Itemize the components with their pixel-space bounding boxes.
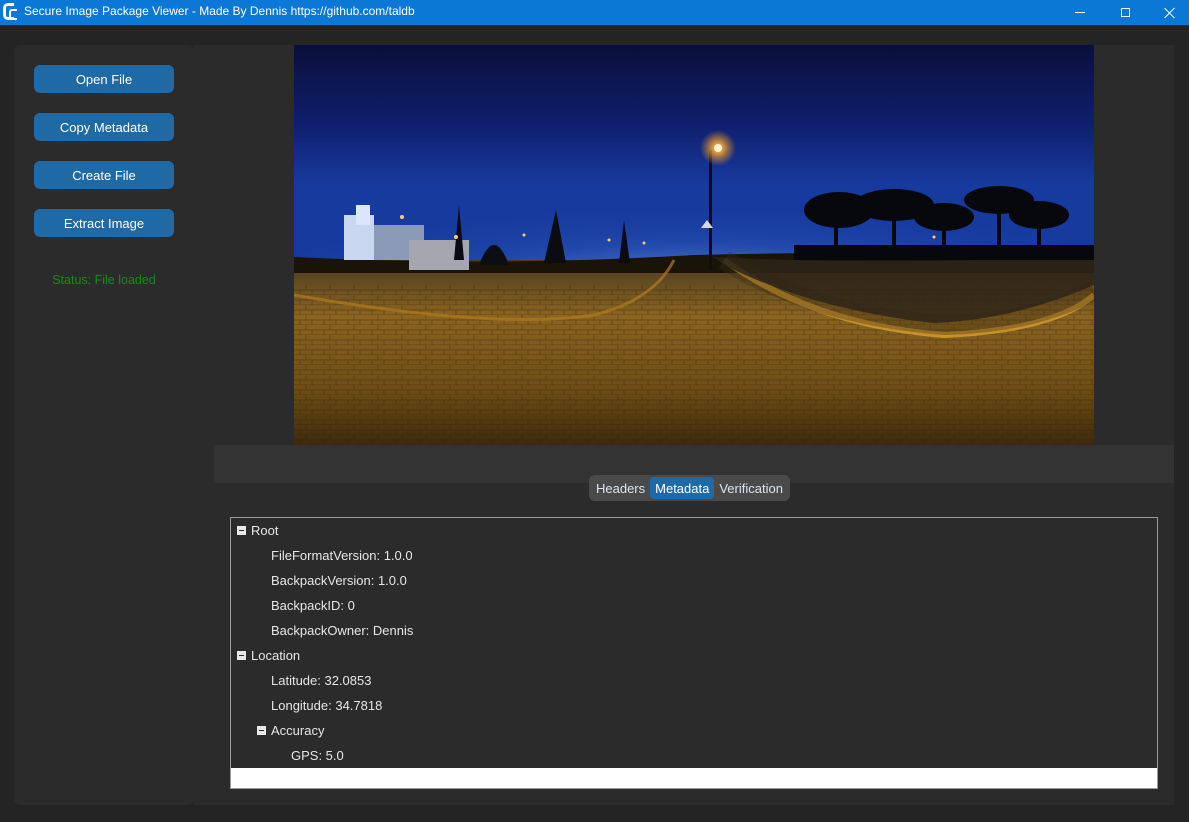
collapse-icon[interactable] bbox=[237, 651, 246, 660]
extract-image-button[interactable]: Extract Image bbox=[34, 209, 174, 237]
tree-leaf-label: BackpackID: 0 bbox=[271, 598, 355, 613]
tree-leaf-label: BackpackOwner: Dennis bbox=[271, 623, 414, 638]
maximize-icon bbox=[1120, 8, 1130, 17]
window-title: Secure Image Package Viewer - Made By De… bbox=[24, 4, 415, 18]
minimize-icon bbox=[1075, 12, 1085, 13]
metadata-tree[interactable]: Root FileFormatVersion: 1.0.0 BackpackVe… bbox=[230, 517, 1158, 789]
tree-leaf[interactable]: BackpackID: 0 bbox=[231, 593, 1157, 618]
tree-leaf-label: GPS: 5.0 bbox=[291, 748, 344, 763]
tree-leaf[interactable]: BackpackOwner: Dennis bbox=[231, 618, 1157, 643]
maximize-button[interactable] bbox=[1102, 0, 1148, 25]
open-file-button[interactable]: Open File bbox=[34, 65, 174, 93]
tree-node-label: Location bbox=[251, 648, 301, 663]
tree-leaf-label: Longitude: 34.7818 bbox=[271, 698, 383, 713]
tree-node-label: Accuracy bbox=[271, 723, 325, 738]
status-label: Status: File loaded bbox=[52, 273, 156, 287]
tree-node-label: Root bbox=[251, 523, 279, 538]
tab-headers[interactable]: Headers bbox=[591, 477, 650, 499]
tree-node-accuracy[interactable]: Accuracy bbox=[231, 718, 1157, 743]
copy-metadata-button[interactable]: Copy Metadata bbox=[34, 113, 174, 141]
collapse-icon[interactable] bbox=[257, 726, 266, 735]
sidebar: Open File Copy Metadata Create File Extr… bbox=[14, 45, 194, 805]
tree-leaf-label: Latitude: 32.0853 bbox=[271, 673, 372, 688]
tree-leaf-label: FileFormatVersion: 1.0.0 bbox=[271, 548, 413, 563]
panorama-image bbox=[294, 45, 1094, 445]
tree-leaf[interactable]: GPS: 5.0 bbox=[231, 743, 1157, 768]
tree-leaf[interactable]: Longitude: 34.7818 bbox=[231, 693, 1157, 718]
tree-leaf[interactable]: FileFormatVersion: 1.0.0 bbox=[231, 543, 1157, 568]
title-bar[interactable]: Secure Image Package Viewer - Made By De… bbox=[0, 0, 1189, 25]
close-icon bbox=[1164, 7, 1176, 19]
app-logo-icon bbox=[3, 3, 17, 20]
tab-metadata[interactable]: Metadata bbox=[650, 477, 715, 499]
image-preview bbox=[294, 45, 1094, 445]
tab-verification[interactable]: Verification bbox=[714, 477, 788, 499]
tree-node-location[interactable]: Location bbox=[231, 643, 1157, 668]
tab-selector: Headers Metadata Verification bbox=[589, 475, 790, 501]
collapse-icon[interactable] bbox=[237, 526, 246, 535]
tree-leaf[interactable]: Latitude: 32.0853 bbox=[231, 668, 1157, 693]
tree-leaf-label: BackpackVersion: 1.0.0 bbox=[271, 573, 407, 588]
tree-empty-area bbox=[231, 768, 1157, 788]
app-window: Secure Image Package Viewer - Made By De… bbox=[0, 0, 1189, 822]
tree-leaf[interactable]: BackpackVersion: 1.0.0 bbox=[231, 568, 1157, 593]
create-file-button[interactable]: Create File bbox=[34, 161, 174, 189]
tree-node-root[interactable]: Root bbox=[231, 518, 1157, 543]
close-button[interactable] bbox=[1147, 0, 1189, 25]
minimize-button[interactable] bbox=[1057, 0, 1103, 25]
